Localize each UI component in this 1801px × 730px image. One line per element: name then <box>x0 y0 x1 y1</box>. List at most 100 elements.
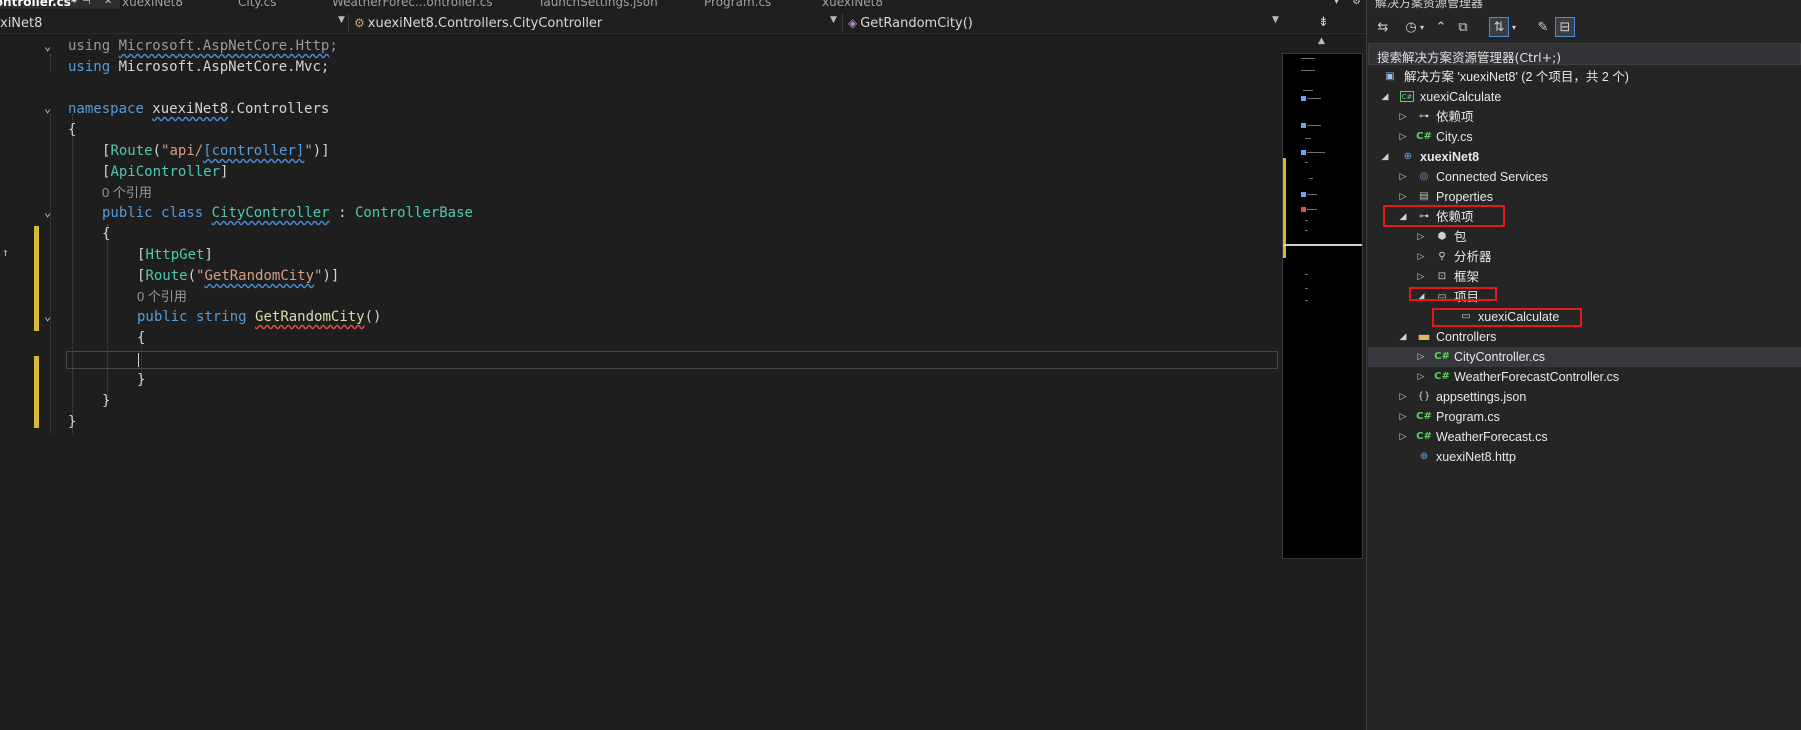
codelens-references[interactable]: 0 个引用 <box>102 182 152 203</box>
switch-views-icon[interactable]: ⇆ <box>1373 17 1393 37</box>
collapse-chevron-icon[interactable]: ⌄ <box>44 206 56 218</box>
tab-city-controller[interactable]: Controller.cs* <box>0 0 77 9</box>
chevron-down-icon[interactable]: ▾ <box>1417 17 1427 37</box>
minimap-marker <box>1301 150 1306 155</box>
preview-selected-items-icon[interactable]: ⊟ <box>1555 17 1575 37</box>
tree-item-connected-services[interactable]: ▷ ◎ Connected Services <box>1368 167 1801 187</box>
show-all-files-icon[interactable]: ⧉ <box>1453 17 1473 37</box>
tree-item-citycontroller-cs[interactable]: ▷ C# CityController.cs <box>1368 347 1801 367</box>
minimap-line <box>1307 125 1321 126</box>
tree-item-weatherforecastcontroller-cs[interactable]: ▷ C# WeatherForecastController.cs <box>1368 367 1801 387</box>
collapsed-arrow-icon[interactable]: ▷ <box>1398 131 1408 143</box>
collapsed-arrow-icon[interactable]: ▷ <box>1416 271 1426 283</box>
tree-item-xuexinet8-project[interactable]: ◢ ⊕ xuexiNet8 <box>1368 147 1801 167</box>
collapsed-arrow-icon[interactable]: ▷ <box>1416 251 1426 263</box>
code-line-brace: { <box>102 226 111 242</box>
codelens-references[interactable]: 0 个引用 <box>137 286 187 307</box>
collapsed-arrow-icon[interactable]: ▷ <box>1398 391 1408 403</box>
settings-gear-icon[interactable]: ⚙ <box>1352 0 1361 7</box>
collapsed-arrow-icon[interactable]: ▷ <box>1398 191 1408 203</box>
minimap-line <box>1305 274 1308 275</box>
pin-tab-icon[interactable]: ⊣ <box>82 0 91 7</box>
collapsed-arrow-icon[interactable]: ▷ <box>1416 231 1426 243</box>
tree-item-packages[interactable]: ▷ ⬢ 包 <box>1368 227 1801 247</box>
tree-item-solution[interactable]: ▣ 解决方案 'xuexiNet8' (2 个项目，共 2 个) <box>1368 67 1801 87</box>
collapse-all-icon[interactable]: ⌃ <box>1431 17 1451 37</box>
type-dropdown[interactable]: ⚙ xuexiNet8.Controllers.CityController <box>354 12 602 34</box>
folder-icon: ▬ <box>1417 329 1431 345</box>
web-project-icon: ⊕ <box>1403 151 1413 162</box>
tab-city-cs[interactable]: City.cs <box>238 0 276 9</box>
tree-item-label: Program.cs <box>1436 410 1500 424</box>
minimap-marker <box>1301 96 1306 101</box>
tree-item-controllers-folder[interactable]: ◢ ▬ Controllers <box>1368 327 1801 347</box>
code-line-apicontroller-attr: [ApiController] <box>102 164 229 180</box>
framework-icon: ⊡ <box>1437 271 1447 282</box>
solution-explorer-toolbar: ⇆ ◷ ▾ ⌃ ⧉ ⇅ ▾ ✎ ⊟ <box>1367 14 1801 40</box>
tree-item-label: WeatherForecastController.cs <box>1454 370 1620 384</box>
collapsed-arrow-icon[interactable]: ▷ <box>1398 111 1408 123</box>
chevron-down-icon[interactable]: ▼ <box>338 15 345 25</box>
collapsed-arrow-icon[interactable]: ▷ <box>1416 371 1426 383</box>
collapse-chevron-icon[interactable]: ⌄ <box>44 102 56 114</box>
chevron-down-icon[interactable]: ▼ <box>1272 15 1279 25</box>
member-dropdown[interactable]: ◈ GetRandomCity() <box>848 12 973 34</box>
tree-item-weatherforecast-cs[interactable]: ▷ C# WeatherForecast.cs <box>1368 427 1801 447</box>
tree-item-city-cs[interactable]: ▷ C# City.cs <box>1368 127 1801 147</box>
minimap-line <box>1307 98 1321 99</box>
split-editor-icon[interactable]: ⇟ <box>1318 15 1329 30</box>
collapsed-arrow-icon[interactable]: ▷ <box>1398 171 1408 183</box>
properties-wrench-icon[interactable]: ✎ <box>1533 17 1553 37</box>
expanded-arrow-icon[interactable]: ◢ <box>1380 151 1390 163</box>
minimap-line <box>1307 152 1325 153</box>
solution-explorer-search-input[interactable]: 搜索解决方案资源管理器(Ctrl+;) <box>1368 43 1801 65</box>
analyzer-icon: ⚲ <box>1438 251 1446 262</box>
collapsed-arrow-icon[interactable]: ▷ <box>1416 351 1426 363</box>
tree-item-label: appsettings.json <box>1436 390 1527 404</box>
collapsed-arrow-icon[interactable]: ▷ <box>1398 411 1408 423</box>
csharp-file-icon: C# <box>1416 431 1432 442</box>
tab-weatherforecast-controller[interactable]: WeatherForec...ontroller.cs <box>332 0 493 9</box>
collapse-chevron-icon[interactable]: ⌄ <box>44 40 56 52</box>
chevron-down-icon[interactable]: ▼ <box>830 15 837 25</box>
code-minimap[interactable] <box>1282 53 1363 559</box>
connected-services-icon: ◎ <box>1419 171 1429 182</box>
code-line-namespace: namespace xuexiNet8.Controllers <box>68 101 330 117</box>
nav-separator <box>842 14 843 32</box>
tree-item-xuexinet8-http[interactable]: ⊕ xuexiNet8.http <box>1368 447 1801 467</box>
annotation-box-projects <box>1409 287 1497 301</box>
project-dropdown[interactable]: xiNet8 <box>0 12 42 34</box>
tree-item-dependencies[interactable]: ▷ ⊶ 依赖项 <box>1368 107 1801 127</box>
minimap-viewport-line[interactable] <box>1283 244 1362 246</box>
tree-item-label: Controllers <box>1436 330 1497 344</box>
tab-program-cs[interactable]: Program.cs <box>704 0 771 9</box>
code-editor[interactable]: ↑ ⌄ ⌄ ⌄ ⌄ using Microsoft.AspNetCore.Htt… <box>0 36 1282 730</box>
minimap-marker <box>1301 192 1306 197</box>
change-indicator-bar <box>34 356 39 428</box>
scroll-up-icon[interactable]: ▲ <box>1318 36 1325 46</box>
type-dropdown-label: xuexiNet8.Controllers.CityController <box>367 15 603 31</box>
tree-item-label: 依赖项 <box>1436 110 1474 124</box>
tree-item-properties[interactable]: ▷ ▤ Properties <box>1368 187 1801 207</box>
close-tab-icon[interactable]: ✕ <box>104 0 112 7</box>
minimap-line <box>1305 230 1308 231</box>
current-line-highlight <box>66 351 1278 369</box>
tab-overflow-icon[interactable]: ▾ <box>1334 0 1339 7</box>
tab-launchsettings[interactable]: launchSettings.json <box>540 0 658 9</box>
properties-icon: ▤ <box>1419 191 1429 202</box>
sync-with-active-document-icon[interactable]: ⇅ <box>1489 17 1509 37</box>
tree-item-label: 解决方案 'xuexiNet8' (2 个项目，共 2 个) <box>1404 70 1629 84</box>
expanded-arrow-icon[interactable]: ◢ <box>1398 331 1408 343</box>
tree-item-xuexicalculate-project[interactable]: ◢ C# xuexiCalculate <box>1368 87 1801 107</box>
tree-item-label: City.cs <box>1436 130 1473 144</box>
chevron-down-icon[interactable]: ▾ <box>1509 17 1519 37</box>
tree-item-appsettings-json[interactable]: ▷ {} appsettings.json <box>1368 387 1801 407</box>
collapsed-arrow-icon[interactable]: ▷ <box>1398 431 1408 443</box>
expanded-arrow-icon[interactable]: ◢ <box>1380 91 1390 103</box>
collapse-chevron-icon[interactable]: ⌄ <box>44 310 56 322</box>
tab-xuexinet8-2[interactable]: xuexiNet8 <box>822 0 883 9</box>
tab-xuexinet8[interactable]: xuexiNet8 <box>122 0 183 9</box>
tree-item-program-cs[interactable]: ▷ C# Program.cs <box>1368 407 1801 427</box>
tree-item-analyzers[interactable]: ▷ ⚲ 分析器 <box>1368 247 1801 267</box>
tree-item-frameworks[interactable]: ▷ ⊡ 框架 <box>1368 267 1801 287</box>
